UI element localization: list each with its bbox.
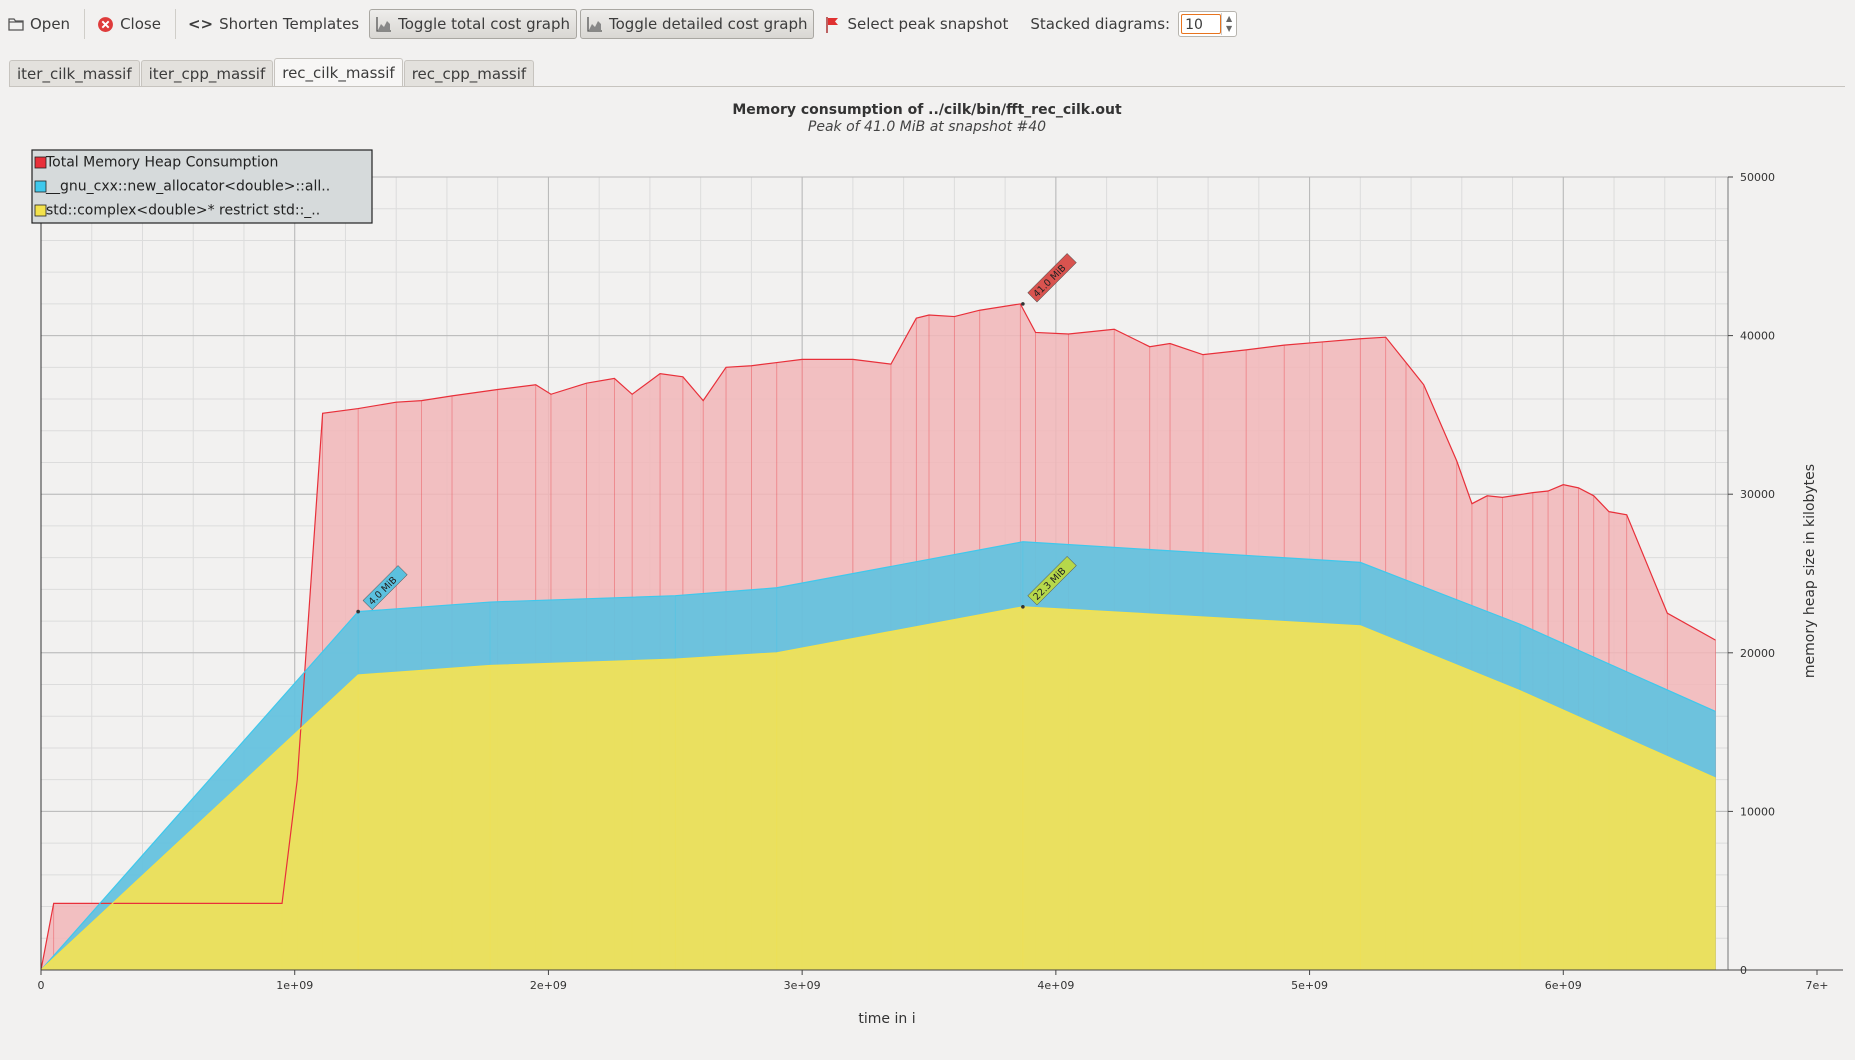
shorten-templates-label: Shorten Templates — [219, 15, 360, 33]
y-tick-label: 50000 — [1740, 171, 1775, 184]
legend-swatch[interactable] — [34, 204, 47, 217]
tab-iter-cilk-massif[interactable]: iter_cilk_massif — [9, 60, 140, 87]
chart-legend[interactable]: Total Memory Heap Consumption__gnu_cxx::… — [31, 149, 373, 224]
close-label: Close — [120, 15, 161, 33]
x-axis-label: time in i — [858, 1011, 915, 1027]
select-peak-snapshot-button[interactable]: Select peak snapshot — [817, 8, 1016, 40]
tab-rec-cilk-massif[interactable]: rec_cilk_massif — [274, 58, 403, 87]
toggle-total-cost-graph-button[interactable]: Toggle total cost graph — [369, 9, 577, 39]
toggle-detailed-label: Toggle detailed cost graph — [609, 15, 808, 33]
spin-arrows[interactable]: ▲ ▼ — [1221, 13, 1236, 35]
open-button[interactable]: Open — [0, 8, 78, 40]
y-tick-label: 20000 — [1740, 647, 1775, 660]
shorten-templates-button[interactable]: <> Shorten Templates — [180, 8, 367, 40]
x-tick-label: 4e+09 — [1037, 979, 1074, 992]
annotation-marker — [1021, 302, 1025, 306]
chevron-down-icon[interactable]: ▼ — [1226, 24, 1232, 34]
close-icon — [97, 16, 114, 33]
area-chart-icon — [376, 16, 392, 32]
flag-icon — [825, 16, 841, 33]
chart-subtitle: Peak of 41.0 MiB at snapshot #40 — [808, 119, 1046, 135]
legend-item-label[interactable]: std::complex<double>* restrict std::_.. — [46, 203, 320, 219]
tab-iter-cpp-massif[interactable]: iter_cpp_massif — [140, 60, 274, 87]
x-tick-label: 2e+09 — [530, 979, 567, 992]
stacked-diagrams-spinbox[interactable]: 10 ▲ ▼ — [1178, 11, 1238, 37]
x-tick-label: 7e+ — [1806, 979, 1829, 992]
toggle-detailed-cost-graph-button[interactable]: Toggle detailed cost graph — [580, 9, 815, 39]
x-tick-label: 0 — [38, 979, 45, 992]
x-tick-label: 6e+09 — [1545, 979, 1582, 992]
tab-divider — [9, 86, 1845, 87]
folder-icon — [8, 16, 24, 32]
tab-bar: iter_cilk_massif iter_cpp_massif rec_cil… — [9, 58, 535, 87]
annotation-marker — [356, 609, 360, 614]
y-tick-label: 10000 — [1740, 805, 1775, 818]
x-tick-label: 5e+09 — [1291, 979, 1328, 992]
code-brackets-icon: <> — [187, 15, 214, 33]
chart-area[interactable]: 0 1e+09 2e+09 3e+09 4e+09 5e+09 6e+09 7e+ 0 10000… — [0, 88, 1855, 1056]
toggle-total-label: Toggle total cost graph — [398, 15, 570, 33]
legend-item-label[interactable]: Total Memory Heap Consumption — [45, 155, 278, 171]
x-tick-label: 3e+09 — [784, 979, 821, 992]
y-tick-label: 40000 — [1740, 330, 1775, 343]
x-tick-label: 1e+09 — [276, 979, 313, 992]
stacked-diagrams-input[interactable]: 10 — [1181, 14, 1222, 34]
annotation-marker — [1021, 605, 1025, 609]
stacked-diagrams-control: Stacked diagrams: 10 ▲ ▼ — [1022, 8, 1245, 40]
area-chart-icon — [587, 16, 603, 32]
toolbar-separator — [84, 9, 86, 39]
legend-item-label[interactable]: __gnu_cxx::new_allocator<double>::all.. — [45, 179, 330, 195]
toolbar-separator — [174, 9, 176, 39]
memory-chart[interactable]: 0 1e+09 2e+09 3e+09 4e+09 5e+09 6e+09 7e+ 0 10000… — [0, 88, 1855, 1056]
select-peak-label: Select peak snapshot — [847, 15, 1009, 33]
toolbar: Open Close <> Shorten Templates Toggle t… — [0, 0, 1855, 48]
open-label: Open — [30, 15, 71, 33]
close-button[interactable]: Close — [89, 8, 169, 40]
y-tick-label: 0 — [1740, 964, 1747, 977]
y-tick-label: 30000 — [1740, 488, 1775, 501]
legend-swatch[interactable] — [34, 156, 47, 169]
chevron-up-icon[interactable]: ▲ — [1226, 14, 1232, 24]
legend-swatch[interactable] — [34, 180, 47, 193]
y-axis-label: memory heap size in kilobytes — [1802, 464, 1818, 678]
chart-title: Memory consumption of ../cilk/bin/fft_re… — [732, 102, 1122, 118]
tab-rec-cpp-massif[interactable]: rec_cpp_massif — [403, 60, 535, 87]
stacked-diagrams-label: Stacked diagrams: — [1030, 15, 1171, 33]
